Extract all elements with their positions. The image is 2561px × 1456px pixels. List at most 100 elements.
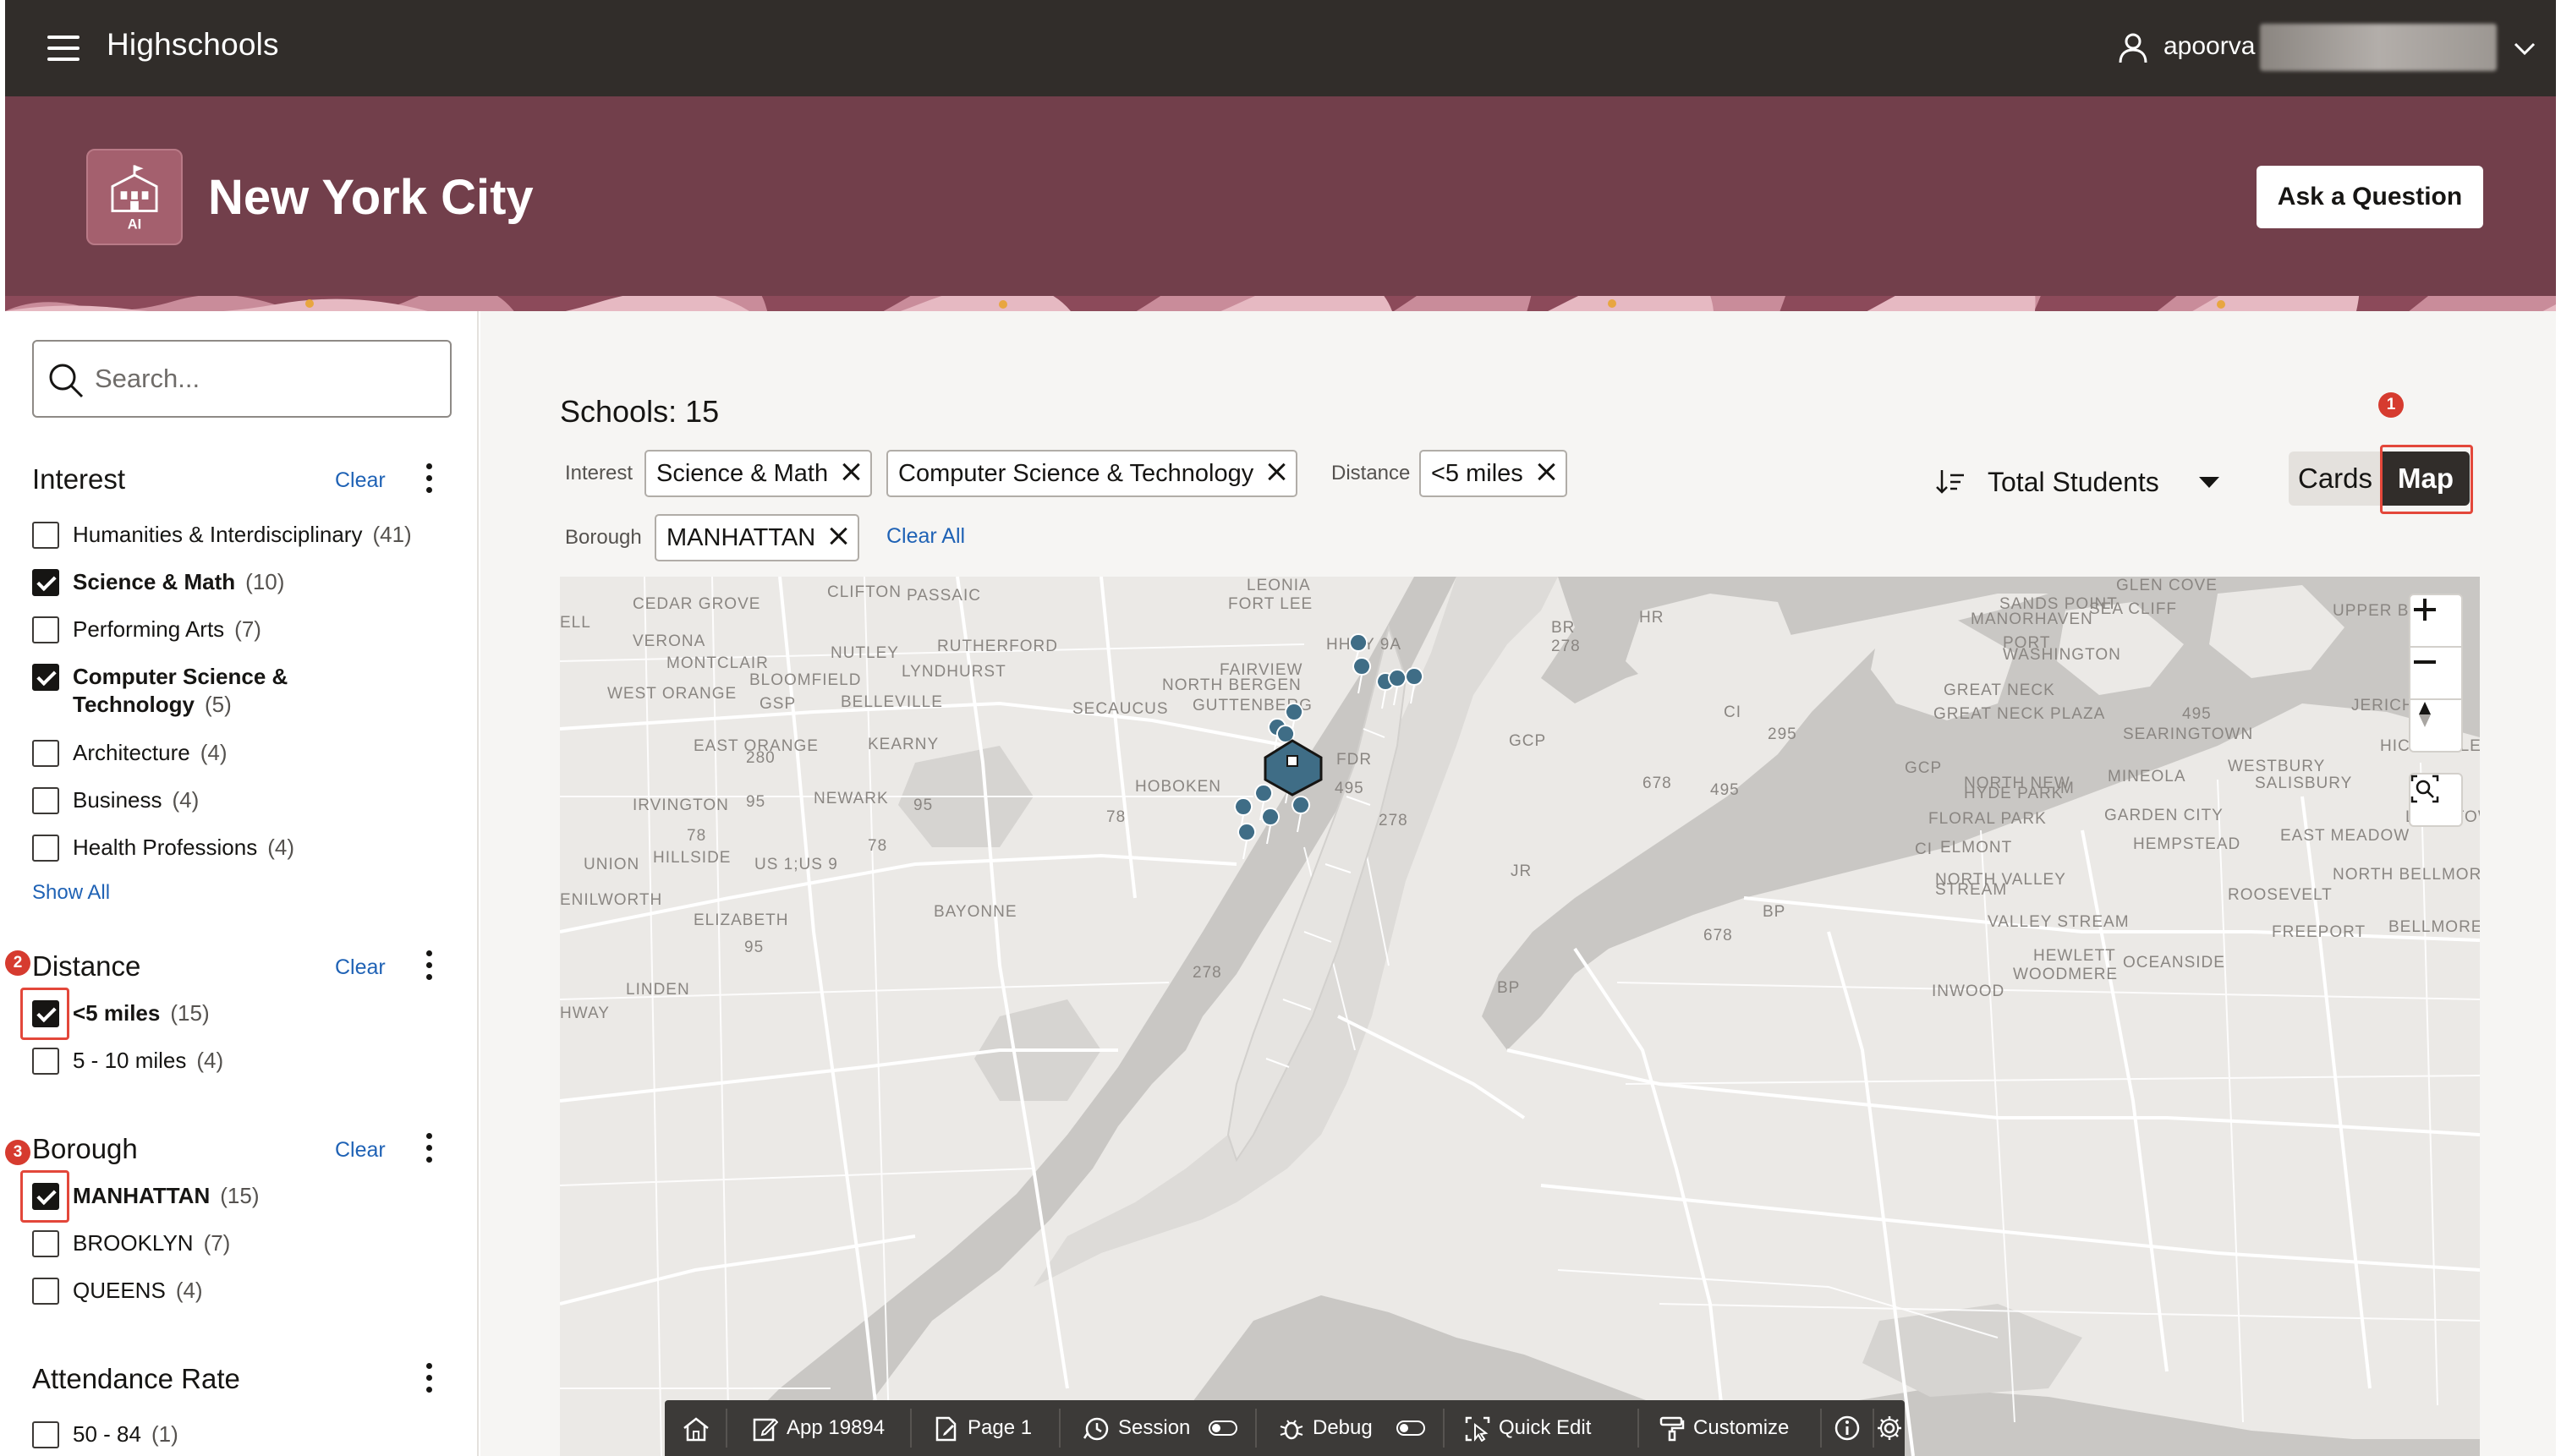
- hero-banner: AI New York City Ask a Question: [5, 96, 2556, 311]
- checkbox-checked[interactable]: [32, 664, 59, 691]
- session-button[interactable]: Session: [1083, 1400, 1237, 1456]
- facet-header-attendance: Attendance Rate: [32, 1356, 452, 1400]
- bug-icon: [1280, 1420, 1303, 1440]
- annotation-badge-2: 2: [5, 950, 30, 976]
- sort-select[interactable]: Total Students: [1935, 457, 2223, 507]
- checkbox[interactable]: [32, 787, 59, 814]
- checkbox[interactable]: [32, 835, 59, 862]
- interest-more-options-icon[interactable]: [416, 462, 441, 495]
- checkbox[interactable]: [32, 1421, 59, 1448]
- filter-chip-borough: MANHATTAN: [655, 514, 860, 561]
- search-icon: [49, 364, 84, 398]
- compass-icon: [2419, 702, 2431, 727]
- filter-chip-distance: <5 miles: [1419, 450, 1567, 497]
- zoom-in-button[interactable]: [2409, 594, 2463, 648]
- chevron-down-icon: [2514, 42, 2536, 56]
- top-navigation-bar: Highschools apoorva: [5, 0, 2556, 96]
- toggle-icon: [1209, 1420, 1237, 1436]
- page-icon: [935, 1416, 957, 1442]
- search-box[interactable]: [32, 340, 452, 418]
- quick-edit-button[interactable]: Quick Edit: [1465, 1400, 1591, 1456]
- facet-header-interest: Interest Clear: [32, 457, 452, 501]
- sort-descending-icon: [1936, 470, 1964, 494]
- quick-edit-icon: [1465, 1416, 1490, 1442]
- attendance-more-options-icon[interactable]: [416, 1361, 441, 1395]
- view-cards-button[interactable]: Cards: [2289, 452, 2382, 506]
- user-icon: [2119, 33, 2147, 63]
- clear-all-link[interactable]: Clear All: [886, 524, 965, 549]
- annotation-badge-3: 3: [5, 1140, 30, 1165]
- app-title[interactable]: Highschools: [107, 27, 279, 63]
- customize-button[interactable]: Customize: [1659, 1400, 1789, 1456]
- home-button[interactable]: [680, 1400, 714, 1456]
- checkbox-checked[interactable]: [32, 569, 59, 596]
- show-all-link[interactable]: Show All: [32, 881, 110, 905]
- facet-title-distance: Distance: [32, 950, 141, 982]
- session-icon: [1083, 1417, 1109, 1441]
- remove-chip-icon[interactable]: [1267, 463, 1286, 481]
- edit-app-icon: [753, 1418, 778, 1442]
- hero-decorative-pattern: [5, 296, 2556, 311]
- checkbox[interactable]: [32, 1278, 59, 1305]
- checkbox[interactable]: [32, 1230, 59, 1257]
- checkbox[interactable]: [32, 522, 59, 549]
- sort-label: Total Students: [1988, 467, 2159, 497]
- checkbox[interactable]: [32, 616, 59, 643]
- facet-header-borough: Borough Clear: [32, 1126, 452, 1170]
- schools-map[interactable]: LEONIA FORT LEE CLIFTON PASSAIC CEDAR GR…: [560, 577, 2480, 1456]
- highlight-box: [2380, 445, 2473, 514]
- annotation-badge-1: 1: [2378, 392, 2404, 418]
- home-icon: [683, 1417, 709, 1442]
- hamburger-menu-icon[interactable]: [44, 34, 81, 63]
- filter-label-interest: Interest: [565, 462, 633, 484]
- filter-chip-science-math: Science & Math: [644, 450, 873, 497]
- clear-borough-link[interactable]: Clear: [335, 1138, 386, 1163]
- debug-button[interactable]: Debug: [1279, 1400, 1425, 1456]
- facet-title-interest: Interest: [32, 463, 126, 495]
- info-button[interactable]: [1834, 1400, 1862, 1456]
- filter-chip-computer-science: Computer Science & Technology: [886, 450, 1298, 497]
- schools-count: Schools: 15: [560, 394, 720, 429]
- checkbox-checked[interactable]: [32, 1183, 59, 1210]
- zoom-extent-icon: [2410, 775, 2439, 803]
- remove-chip-icon[interactable]: [829, 527, 847, 545]
- compass-button[interactable]: [2409, 698, 2463, 753]
- remove-chip-icon[interactable]: [1537, 463, 1555, 481]
- minus-icon: [2414, 660, 2436, 664]
- facet-title-borough: Borough: [32, 1133, 138, 1164]
- checkbox[interactable]: [32, 1048, 59, 1075]
- redacted-username: [2260, 24, 2497, 71]
- caret-down-icon: [2199, 477, 2219, 488]
- remove-chip-icon[interactable]: [842, 463, 860, 481]
- page-title: New York City: [208, 170, 534, 225]
- clear-interest-link[interactable]: Clear: [335, 468, 386, 493]
- settings-button[interactable]: [1876, 1400, 1905, 1456]
- gear-icon: [1878, 1416, 1901, 1440]
- paint-roller-icon: [1659, 1416, 1685, 1442]
- checkbox[interactable]: [32, 740, 59, 767]
- distance-more-options-icon[interactable]: [416, 949, 441, 983]
- page-button[interactable]: Page 1: [934, 1400, 1032, 1456]
- user-menu[interactable]: apoorva: [2082, 0, 2556, 96]
- zoom-to-fit-button[interactable]: [2409, 773, 2463, 827]
- toggle-icon: [1396, 1420, 1425, 1436]
- user-name: apoorva: [2163, 32, 2256, 60]
- filter-label-borough: Borough: [565, 526, 642, 549]
- hero-icon-badge: AI: [128, 217, 141, 233]
- ask-question-button[interactable]: Ask a Question: [2257, 166, 2483, 228]
- plus-icon: [2414, 599, 2436, 621]
- checkbox-checked[interactable]: [32, 1000, 59, 1027]
- developer-toolbar: App 19894 Page 1 Session Debug Quick Edi…: [665, 1400, 1905, 1456]
- filter-sidebar: Interest Clear Humanities & Interdiscipl…: [0, 311, 479, 1456]
- results-region: Schools: 15 Interest Science & Math Comp…: [480, 311, 2556, 1456]
- filter-label-distance: Distance: [1331, 462, 1411, 484]
- app-button[interactable]: App 19894: [753, 1400, 885, 1456]
- school-building-icon: AI: [86, 149, 183, 245]
- info-icon: [1834, 1415, 1860, 1441]
- facet-header-distance: Distance Clear: [32, 944, 452, 988]
- borough-more-options-icon[interactable]: [416, 1131, 441, 1165]
- zoom-out-button[interactable]: [2409, 646, 2463, 700]
- facet-title-attendance: Attendance Rate: [32, 1363, 240, 1394]
- search-input[interactable]: [93, 353, 440, 404]
- clear-distance-link[interactable]: Clear: [335, 955, 386, 980]
